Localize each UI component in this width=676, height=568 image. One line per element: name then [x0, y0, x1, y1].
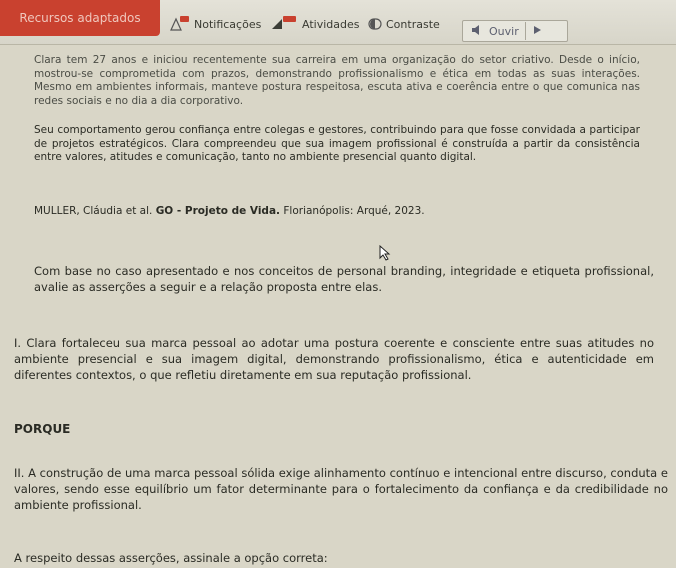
reference-prefix: MULLER, Cláudia et al.	[34, 205, 156, 217]
reference-suffix: Florianópolis: Arqué, 2023.	[280, 205, 425, 217]
play-icon[interactable]	[532, 25, 542, 38]
toolbar: Recursos adaptados Notificações Atividad…	[0, 0, 676, 45]
mouse-cursor-icon	[379, 244, 391, 265]
activities-icon	[270, 15, 298, 33]
contrast-icon	[368, 18, 382, 30]
activities-label: Atividades	[302, 17, 360, 31]
assertion-connector: PORQUE	[14, 422, 71, 436]
contrast-label: Contraste	[386, 17, 440, 31]
notifications-label: Notificações	[194, 17, 262, 31]
reference: MULLER, Cláudia et al. GO - Projeto de V…	[34, 205, 654, 219]
answer-prompt: A respeito dessas asserções, assinale a …	[14, 551, 328, 565]
notifications-button[interactable]: Notificações	[168, 14, 261, 34]
case-paragraph-2: Seu comportamento gerou confiança entre …	[34, 124, 640, 163]
accessibility-resources-button[interactable]: Recursos adaptados	[0, 0, 160, 36]
bell-icon	[168, 15, 190, 33]
question-instruction: Com base no caso apresentado e nos conce…	[34, 264, 654, 294]
contrast-button[interactable]: Contraste	[368, 14, 440, 34]
listen-label: Ouvir	[489, 24, 519, 38]
listen-player[interactable]: Ouvir	[462, 20, 568, 42]
assertion-2: II. A construção de uma marca pessoal só…	[14, 466, 668, 512]
divider	[524, 22, 526, 40]
case-paragraph-1: Clara tem 27 anos e iniciou recentemente…	[34, 54, 640, 107]
speaker-icon	[471, 24, 483, 38]
assertion-1: I. Clara fortaleceu sua marca pessoal ao…	[14, 336, 654, 382]
reference-title: GO - Projeto de Vida.	[155, 205, 281, 217]
activities-button[interactable]: Atividades	[270, 14, 359, 34]
